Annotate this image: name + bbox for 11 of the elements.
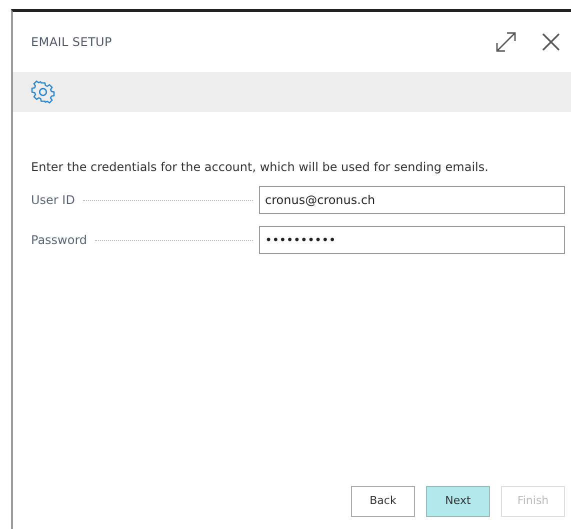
input-field[interactable]: cronus@cronus.ch: [259, 186, 565, 214]
field-label: Password: [31, 232, 88, 249]
close-icon[interactable]: [541, 32, 561, 52]
input-field[interactable]: ••••••••••: [259, 226, 565, 254]
gear-icon[interactable]: [31, 80, 55, 104]
wizard-button[interactable]: Next: [426, 486, 490, 517]
field-label: User ID: [31, 192, 75, 209]
expand-icon[interactable]: [495, 31, 517, 53]
instruction-text: Enter the credentials for the account, which will be used for sending emails.: [31, 159, 490, 176]
dialog-title: EMAIL SETUP: [31, 34, 112, 51]
wizard-button[interactable]: Back: [351, 486, 415, 517]
